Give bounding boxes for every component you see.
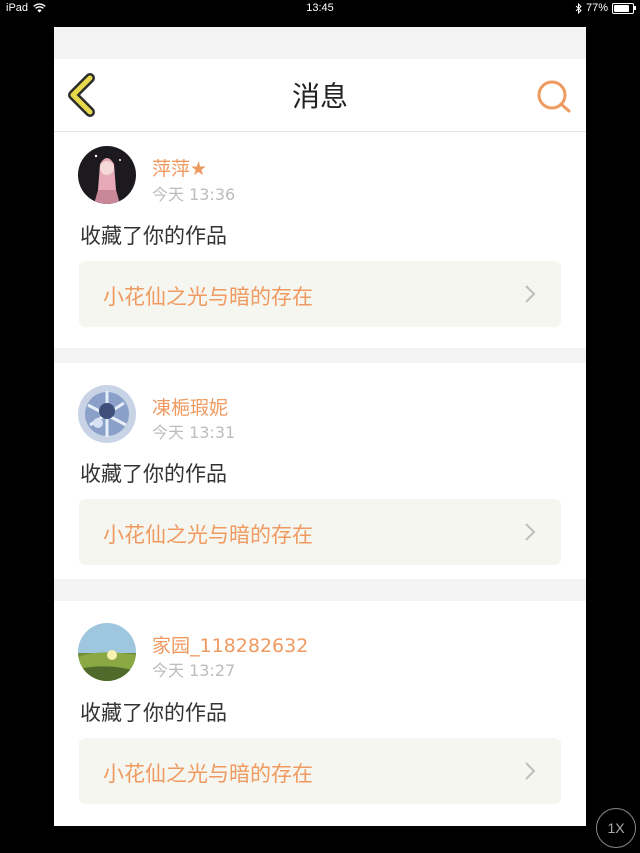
notification-message: 收藏了你的作品 — [80, 224, 227, 248]
search-button[interactable] — [534, 77, 574, 117]
timestamp: 今天 13:36 — [152, 185, 236, 204]
avatar[interactable] — [78, 623, 136, 681]
timestamp: 今天 13:31 — [152, 423, 236, 442]
clock: 13:45 — [306, 2, 334, 14]
work-link[interactable]: 小花仙之光与暗的存在 — [79, 261, 561, 327]
work-title: 小花仙之光与暗的存在 — [103, 285, 313, 309]
notification-card: 萍萍★ 今天 13:36 收藏了你的作品 小花仙之光与暗的存在 — [54, 132, 586, 348]
notification-message: 收藏了你的作品 — [80, 462, 227, 486]
notification-card: 家园_118282632 今天 13:27 收藏了你的作品 小花仙之光与暗的存在 — [54, 601, 586, 826]
avatar[interactable] — [78, 146, 136, 204]
notification-message: 收藏了你的作品 — [80, 701, 227, 725]
status-bar: iPad 13:45 77% — [0, 0, 640, 18]
battery-icon — [612, 2, 636, 14]
chevron-right-icon — [525, 285, 536, 303]
work-title: 小花仙之光与暗的存在 — [103, 762, 313, 786]
user-name[interactable]: 家园_118282632 — [152, 631, 308, 658]
work-title: 小花仙之光与暗的存在 — [103, 523, 313, 547]
timestamp: 今天 13:27 — [152, 661, 236, 680]
page-title: 消息 — [291, 80, 348, 113]
notification-card: 凍梔瑕妮 今天 13:31 收藏了你的作品 小花仙之光与暗的存在 — [54, 363, 586, 579]
bluetooth-icon — [575, 2, 582, 14]
avatar[interactable] — [78, 385, 136, 443]
chevron-right-icon — [525, 523, 536, 541]
navigation-bar: 消息 — [54, 59, 586, 132]
chevron-right-icon — [525, 762, 536, 780]
app-window: 消息 萍萍★ 今天 13:36 收藏了你的作品 小花仙之光与暗的存在 凍梔瑕妮 … — [54, 27, 586, 826]
user-name[interactable]: 凍梔瑕妮 — [152, 393, 228, 420]
work-link[interactable]: 小花仙之光与暗的存在 — [79, 738, 561, 804]
battery-percent: 77% — [585, 2, 608, 14]
search-icon — [537, 80, 571, 113]
work-link[interactable]: 小花仙之光与暗的存在 — [79, 499, 561, 565]
zoom-toggle-button[interactable]: 1X — [596, 808, 636, 848]
user-name[interactable]: 萍萍★ — [152, 154, 207, 181]
